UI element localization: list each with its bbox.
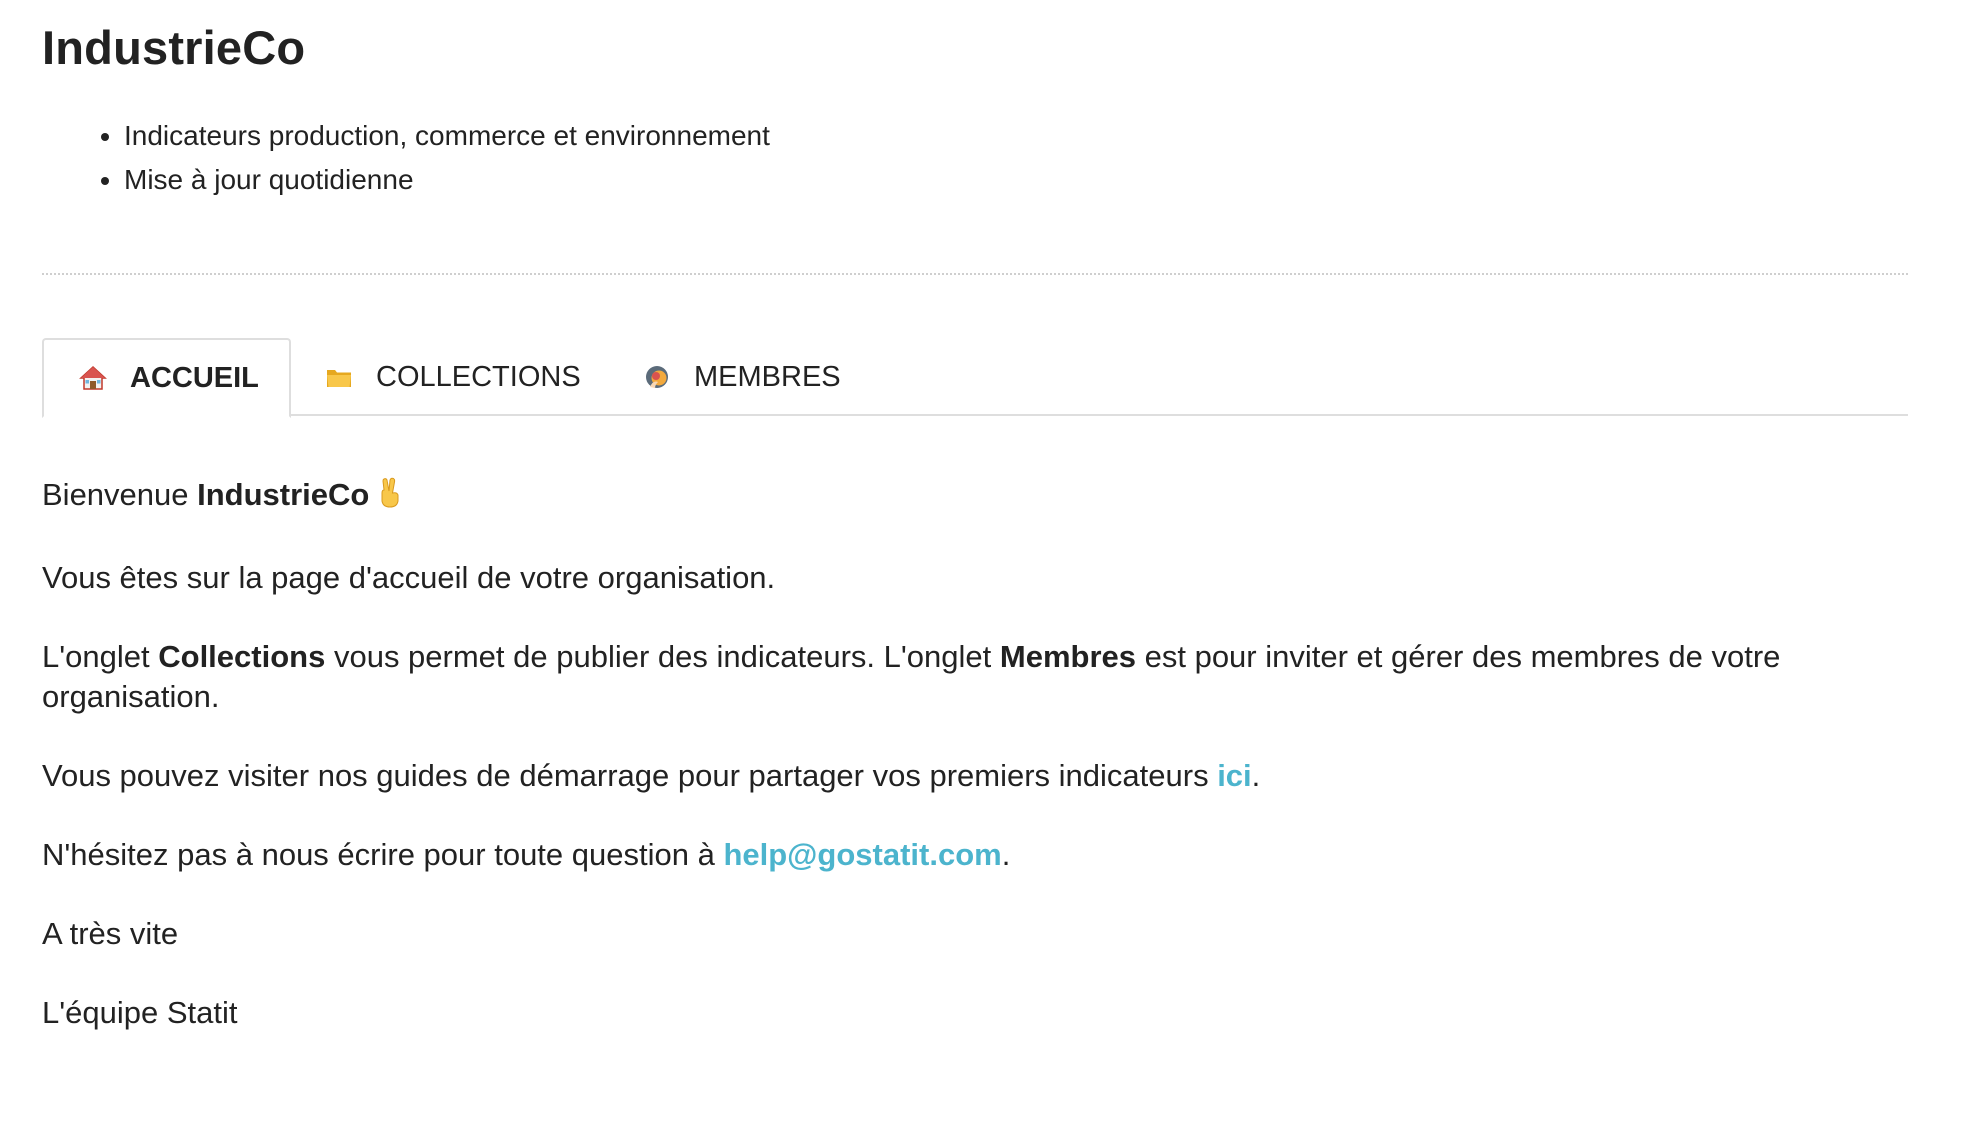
- tab-collections[interactable]: COLLECTIONS: [324, 338, 581, 416]
- welcome-signoff: A très vite: [42, 916, 179, 951]
- house-icon: [78, 363, 108, 393]
- tab-bar: ACCUEIL COLLECTIONS MEMBRES: [42, 338, 1908, 418]
- guides-text: Vous pouvez visiter nos guides de démarr…: [42, 758, 1218, 793]
- org-description-item: Indicateurs production, commerce et envi…: [124, 114, 770, 158]
- tab-accueil[interactable]: ACCUEIL: [42, 338, 291, 418]
- tab-membres[interactable]: MEMBRES: [642, 338, 841, 416]
- page: IndustrieCo Indicateurs production, comm…: [0, 0, 1964, 1146]
- victory-hand-icon: [377, 477, 403, 519]
- org-description-list: Indicateurs production, commerce et envi…: [42, 114, 770, 202]
- tab-accueil-label: ACCUEIL: [130, 361, 259, 394]
- section-divider: [42, 273, 1908, 275]
- guides-period: .: [1251, 758, 1261, 793]
- welcome-tabs-explanation: L'onglet Collections vous permet de publ…: [42, 637, 1912, 717]
- tabs-text-part: vous permet de publier des indicateurs. …: [325, 639, 1000, 674]
- tabs-text-part: L'onglet: [42, 639, 159, 674]
- welcome-contact: N'hésitez pas à nous écrire pour toute q…: [42, 835, 1912, 875]
- collections-mention: Collections: [158, 639, 326, 674]
- contact-email-link[interactable]: help@gostatit.com: [723, 837, 1001, 872]
- tab-membres-label: MEMBRES: [694, 360, 841, 393]
- welcome-panel: Bienvenue IndustrieCo Vous êtes sur la p…: [42, 475, 1912, 1072]
- welcome-guides: Vous pouvez visiter nos guides de démarr…: [42, 756, 1912, 796]
- guides-link[interactable]: ici: [1217, 758, 1251, 793]
- membres-mention: Membres: [999, 639, 1136, 674]
- welcome-signature: L'équipe Statit: [42, 995, 238, 1030]
- people-icon: [642, 362, 672, 392]
- welcome-intro: Vous êtes sur la page d'accueil de votre…: [42, 560, 776, 595]
- greeting-org-name: IndustrieCo: [197, 477, 370, 512]
- greeting-prefix: Bienvenue: [42, 477, 198, 512]
- tab-collections-label: COLLECTIONS: [376, 360, 581, 393]
- org-title: IndustrieCo: [42, 21, 306, 74]
- org-description-item: Mise à jour quotidienne: [124, 158, 770, 202]
- contact-period: .: [1001, 837, 1011, 872]
- folder-icon: [324, 362, 354, 392]
- contact-text: N'hésitez pas à nous écrire pour toute q…: [42, 837, 724, 872]
- welcome-greeting: Bienvenue IndustrieCo: [42, 475, 1912, 519]
